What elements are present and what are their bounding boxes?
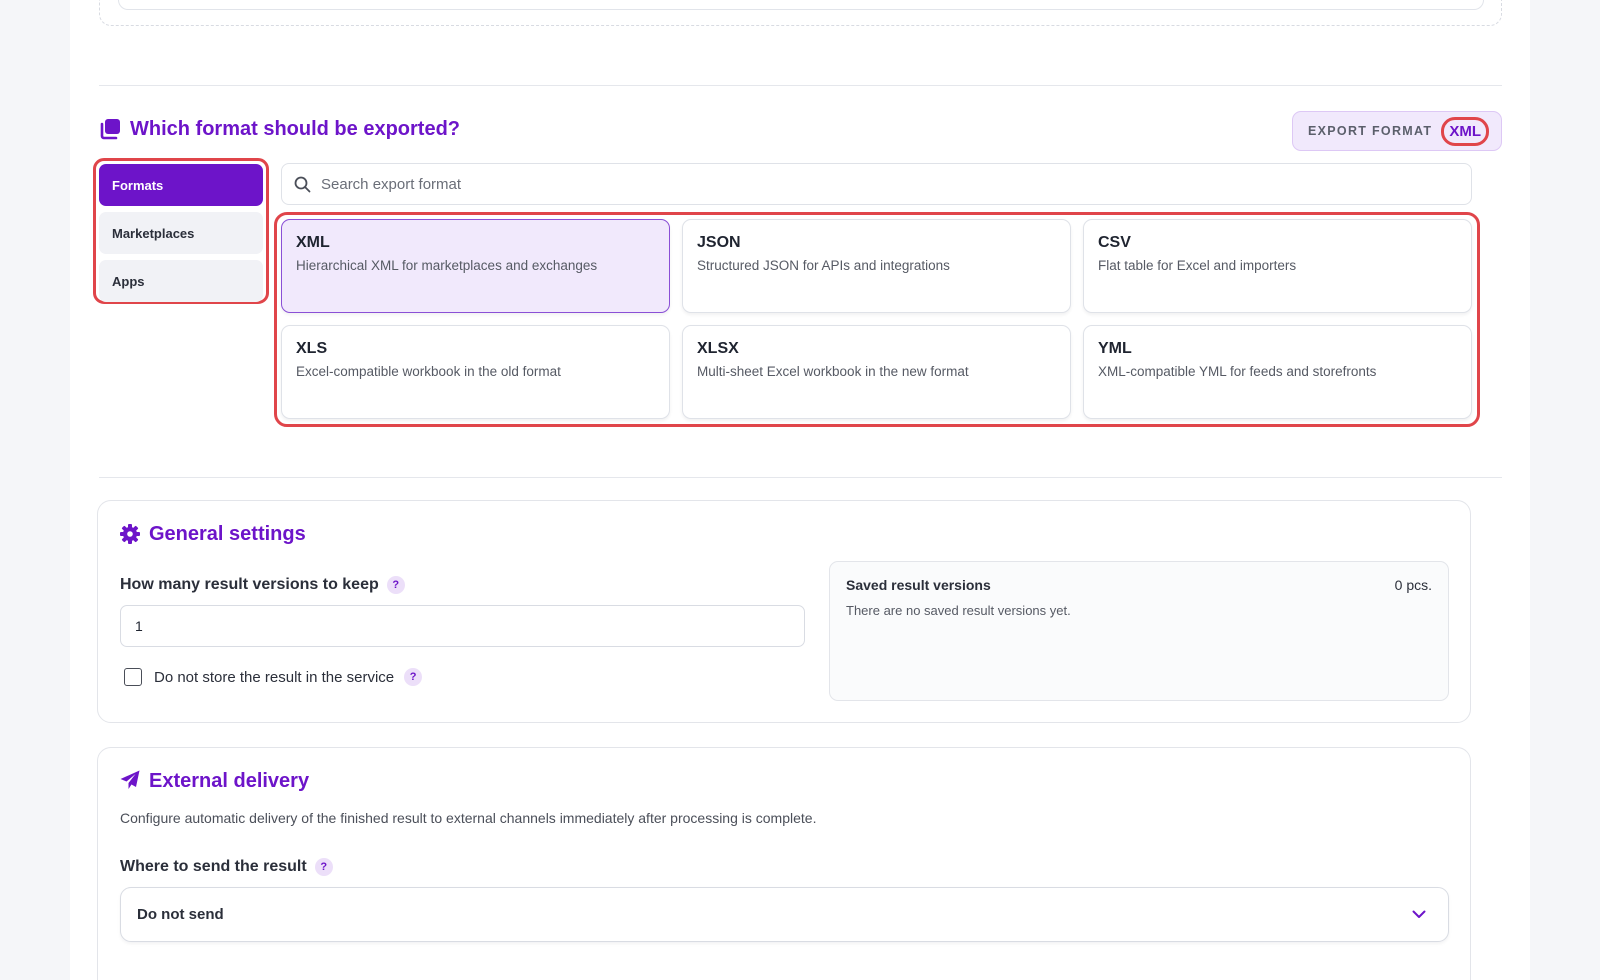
where-select[interactable]: Do not send xyxy=(120,887,1449,942)
format-name: XML xyxy=(296,234,330,251)
format-search xyxy=(281,163,1472,205)
previous-field-edge xyxy=(118,0,1484,10)
where-label: Where to send the result? xyxy=(120,858,333,876)
no-store-label: Do not store the result in the service xyxy=(154,668,395,686)
format-card-csv[interactable]: CSV Flat table for Excel and importers xyxy=(1083,219,1472,313)
export-format-badge: EXPORT FORMAT XML xyxy=(1292,111,1502,151)
help-icon[interactable]: ? xyxy=(314,858,333,876)
export-format-value: XML xyxy=(1441,116,1489,146)
help-icon[interactable]: ? xyxy=(404,668,423,686)
search-icon xyxy=(294,176,311,192)
format-description: Hierarchical XML for marketplaces and ex… xyxy=(296,258,598,273)
divider xyxy=(99,477,1502,478)
format-card-xlsx[interactable]: XLSX Multi-sheet Excel workbook in the n… xyxy=(682,325,1071,419)
export-format-label: EXPORT FORMAT xyxy=(1308,124,1433,138)
format-search-input[interactable] xyxy=(321,175,1471,193)
general-settings-section: General settings How many result version… xyxy=(97,500,1471,723)
tab-marketplaces[interactable]: Marketplaces xyxy=(99,212,263,254)
no-store-option[interactable]: Do not store the result in the service? xyxy=(124,668,423,686)
page: Which format should be exported? EXPORT … xyxy=(70,0,1530,980)
format-description: Multi-sheet Excel workbook in the new fo… xyxy=(697,364,969,379)
external-delivery-section: External delivery Configure automatic de… xyxy=(97,747,1471,980)
format-name: XLSX xyxy=(697,340,739,357)
copy-icon xyxy=(100,119,120,140)
no-store-checkbox[interactable] xyxy=(124,668,142,686)
format-card-xml[interactable]: XML Hierarchical XML for marketplaces an… xyxy=(281,219,670,313)
saved-versions-panel: Saved result versions 0 pcs. There are n… xyxy=(829,561,1449,701)
format-description: Structured JSON for APIs and integration… xyxy=(697,258,950,273)
saved-versions-count: 0 pcs. xyxy=(1394,577,1432,593)
format-name: JSON xyxy=(697,234,741,251)
external-delivery-description: Configure automatic delivery of the fini… xyxy=(120,810,817,826)
format-name: CSV xyxy=(1098,234,1131,251)
format-section-title: Which format should be exported? xyxy=(130,118,461,140)
versions-input[interactable] xyxy=(120,605,805,647)
help-icon[interactable]: ? xyxy=(386,576,405,594)
format-cards-grid: XML Hierarchical XML for marketplaces an… xyxy=(274,212,1480,427)
tab-apps[interactable]: Apps xyxy=(99,260,263,302)
previous-section-edge xyxy=(99,0,1502,26)
format-category-tabs: Formats Marketplaces Apps xyxy=(93,158,269,304)
format-description: XML-compatible YML for feeds and storefr… xyxy=(1098,364,1377,379)
paper-plane-icon xyxy=(120,770,140,789)
format-name: YML xyxy=(1098,340,1132,357)
general-settings-title: General settings xyxy=(149,523,306,545)
external-delivery-title: External delivery xyxy=(149,770,310,792)
format-description: Flat table for Excel and importers xyxy=(1098,258,1297,273)
format-description: Excel-compatible workbook in the old for… xyxy=(296,364,561,379)
format-card-xls[interactable]: XLS Excel-compatible workbook in the old… xyxy=(281,325,670,419)
gear-icon xyxy=(120,524,140,544)
where-label-text: Where to send the result xyxy=(120,858,307,876)
tab-formats[interactable]: Formats xyxy=(99,164,263,206)
divider xyxy=(99,85,1502,86)
versions-label-text: How many result versions to keep xyxy=(120,576,379,594)
format-name: XLS xyxy=(296,340,328,357)
format-card-json[interactable]: JSON Structured JSON for APIs and integr… xyxy=(682,219,1071,313)
format-section-header: Which format should be exported? EXPORT … xyxy=(99,111,1502,152)
saved-versions-title: Saved result versions xyxy=(846,577,991,593)
where-select-value: Do not send xyxy=(137,906,224,923)
versions-label: How many result versions to keep? xyxy=(120,576,405,594)
saved-versions-empty: There are no saved result versions yet. xyxy=(846,603,1071,618)
chevron-down-icon xyxy=(1412,910,1426,918)
format-card-yml[interactable]: YML XML-compatible YML for feeds and sto… xyxy=(1083,325,1472,419)
